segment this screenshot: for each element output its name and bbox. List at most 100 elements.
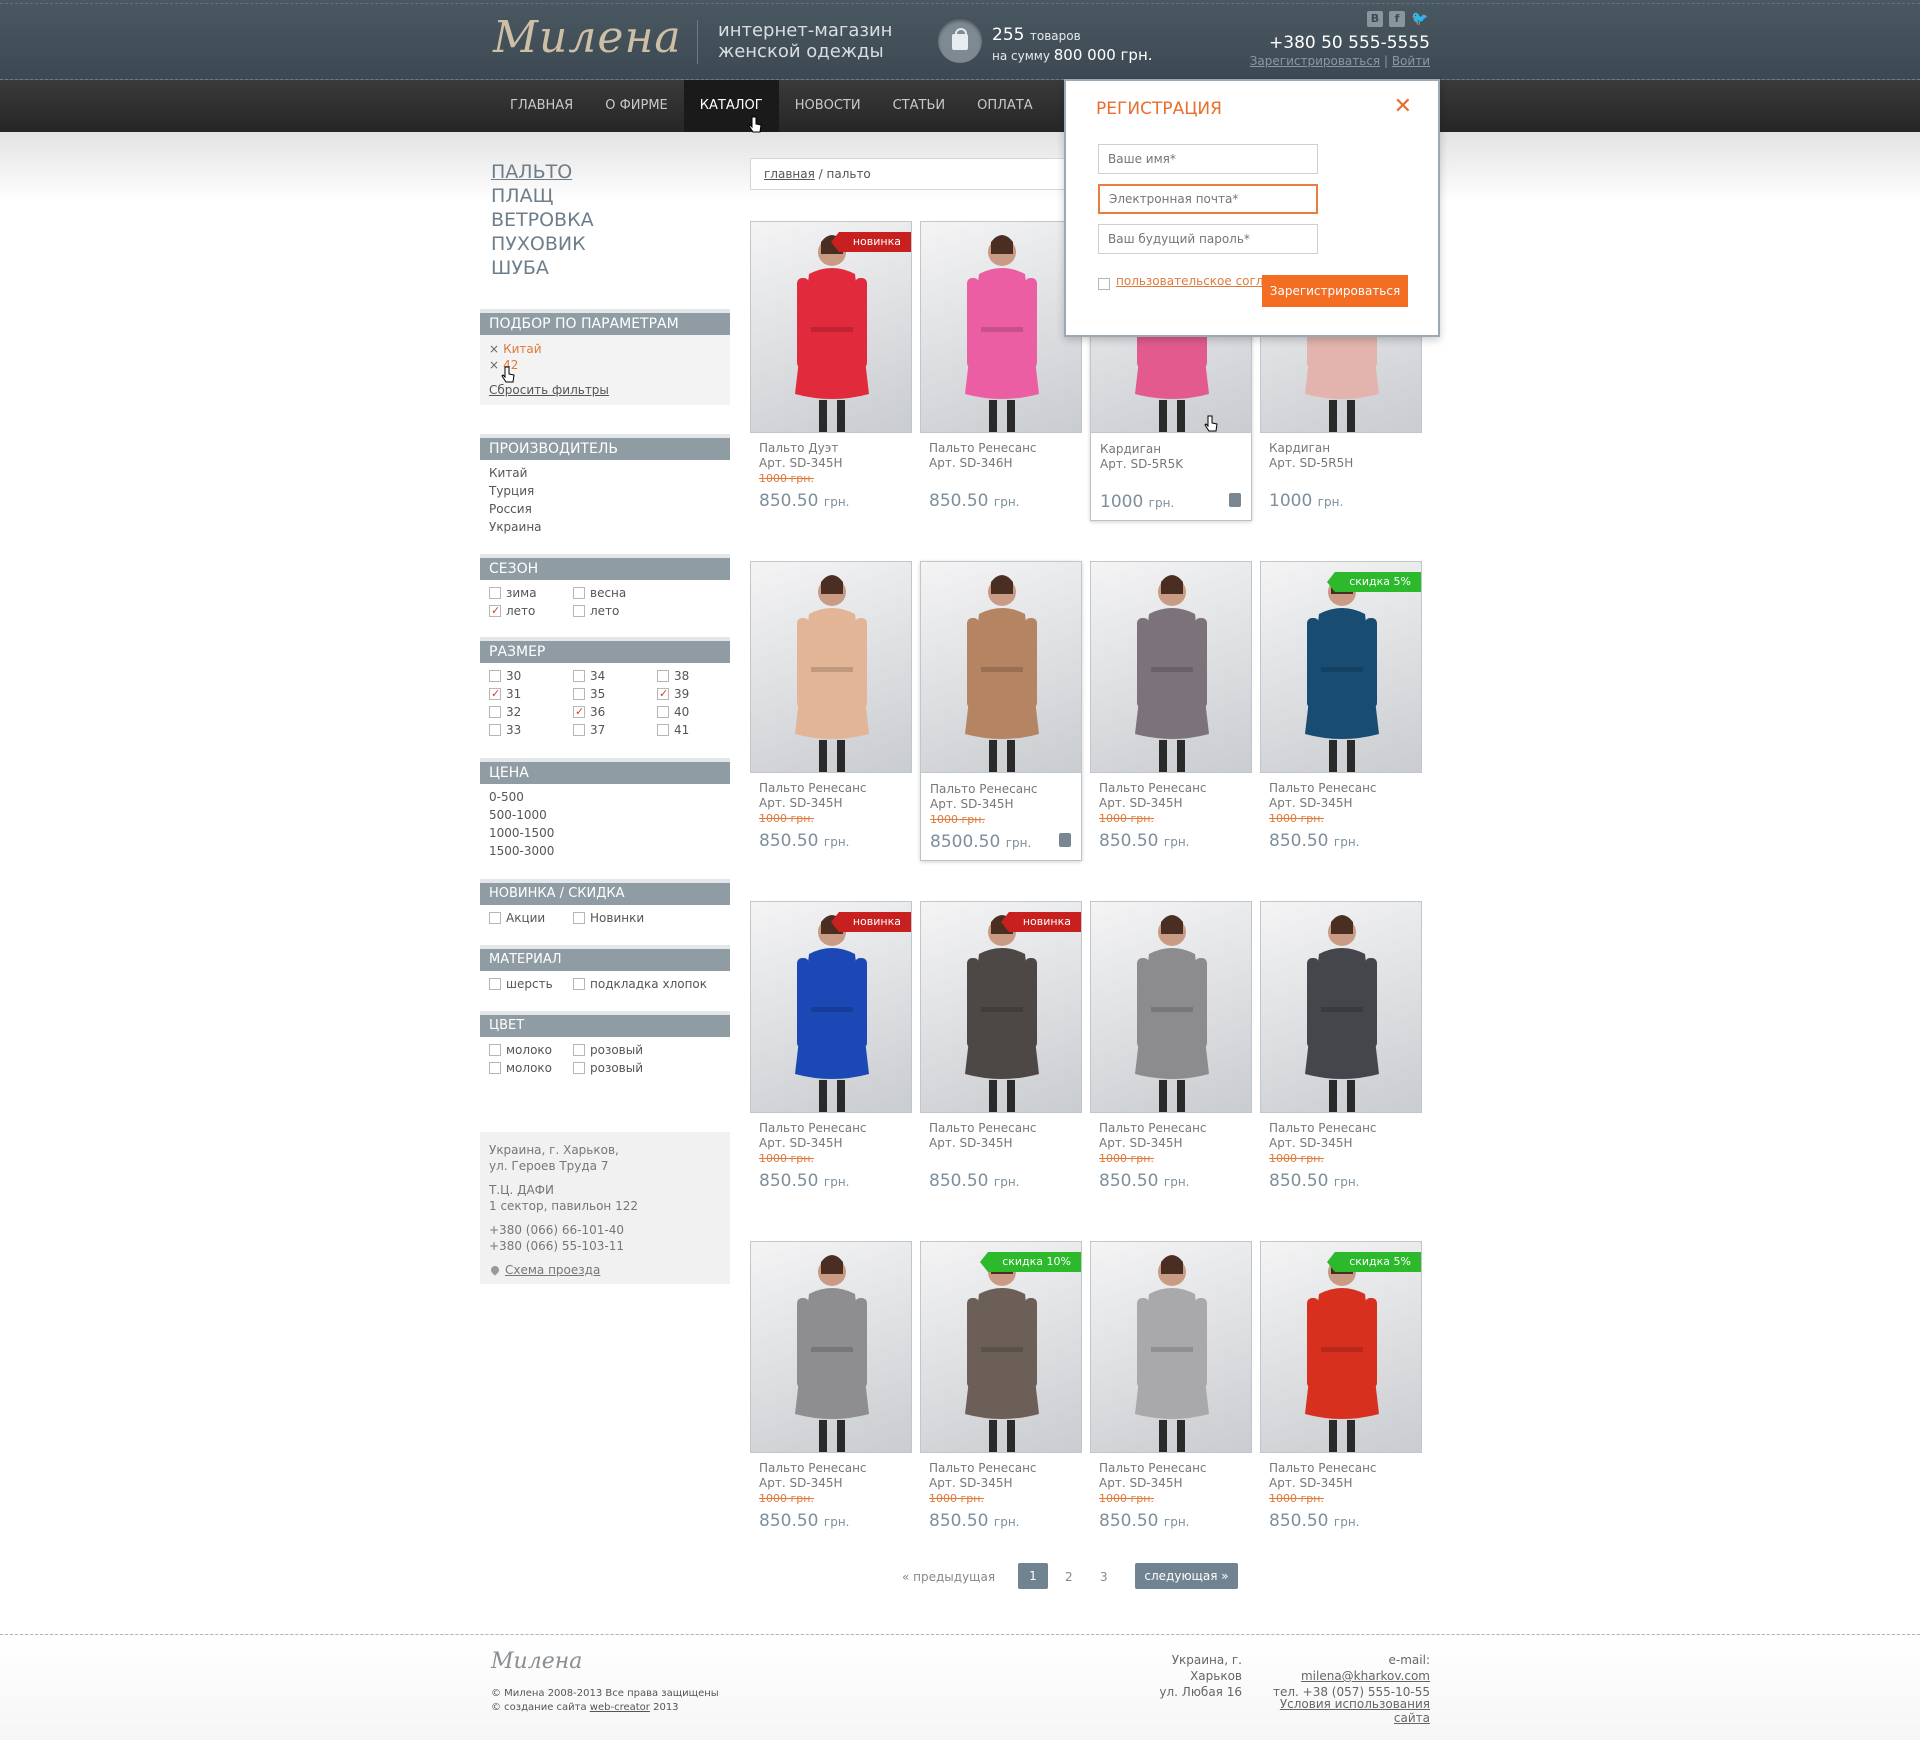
checkbox-box[interactable]: [573, 1044, 585, 1056]
active-filter-tag[interactable]: × 42: [489, 357, 721, 373]
product-name[interactable]: Пальто Ренесанс: [1099, 781, 1207, 796]
size-checkbox[interactable]: 36: [573, 703, 657, 721]
page-2-link[interactable]: 2: [1065, 1570, 1073, 1584]
size-checkbox[interactable]: 39: [657, 685, 741, 703]
product-card[interactable]: Пальто Ренесанс Арт. SD-345H 1000 грн. 850.…: [1090, 561, 1252, 861]
checkbox-box[interactable]: [657, 685, 669, 703]
color-checkbox[interactable]: розовый: [573, 1041, 693, 1059]
color-checkbox[interactable]: молоко: [489, 1041, 573, 1059]
product-name[interactable]: Пальто Ренесанс: [759, 781, 867, 796]
product-name[interactable]: Пальто Ренесанс: [929, 441, 1037, 456]
product-name[interactable]: Пальто Ренесанс: [1269, 1121, 1377, 1136]
product-card[interactable]: скидка 5% Пальто Ренесанс Арт. SD-345H 1000…: [1260, 561, 1422, 861]
name-field[interactable]: [1098, 144, 1318, 174]
email-link[interactable]: milena@kharkov.com: [1301, 1669, 1430, 1683]
checkbox-box[interactable]: [573, 703, 585, 721]
size-checkbox[interactable]: 35: [573, 685, 657, 703]
manufacturer-option[interactable]: Китай: [489, 464, 721, 482]
season-checkbox[interactable]: зима: [489, 584, 573, 602]
checkbox-box[interactable]: [489, 1044, 501, 1056]
color-checkbox[interactable]: молоко: [489, 1059, 573, 1077]
season-checkbox[interactable]: лето: [489, 602, 573, 620]
terms-link[interactable]: Условия использования сайта: [1252, 1697, 1430, 1725]
shopping-bag-icon[interactable]: [938, 19, 982, 63]
category-item[interactable]: ШУБА: [491, 256, 730, 280]
product-name[interactable]: Пальто Дуэт: [759, 441, 843, 456]
product-card[interactable]: Пальто Ренесанс Арт. SD-345H 1000 грн. 850.…: [750, 561, 912, 861]
checkbox-box[interactable]: [1098, 278, 1110, 290]
product-card[interactable]: скидка 5% Пальто Ренесанс Арт. SD-345H 1000…: [1260, 1241, 1422, 1541]
checkbox-box[interactable]: [489, 685, 501, 703]
add-to-cart-icon[interactable]: [1059, 833, 1071, 847]
checkbox-box[interactable]: [657, 724, 669, 736]
footer-logo[interactable]: Милена: [491, 1649, 582, 1674]
size-checkbox[interactable]: 38: [657, 667, 741, 685]
facebook-icon[interactable]: f: [1389, 11, 1405, 27]
register-button[interactable]: Зарегистрироваться: [1262, 275, 1408, 307]
product-card[interactable]: Пальто Ренесанс Арт. SD-345H 1000 грн. 850.…: [1090, 901, 1252, 1201]
checkbox-box[interactable]: [489, 724, 501, 736]
product-photo[interactable]: скидка 5%: [1260, 1241, 1422, 1453]
material-checkbox[interactable]: подкладка хлопок: [573, 975, 713, 993]
twitter-icon[interactable]: 🐦: [1411, 11, 1428, 27]
product-photo[interactable]: [750, 1241, 912, 1453]
product-photo[interactable]: [920, 221, 1082, 433]
site-logo[interactable]: Милена: [493, 12, 682, 63]
price-range-option[interactable]: 0-500: [489, 788, 721, 806]
product-name[interactable]: Пальто Ренесанс: [759, 1121, 867, 1136]
login-link[interactable]: Войти: [1392, 54, 1430, 68]
product-card[interactable]: Пальто Ренесанс Арт. SD-345H 1000 грн. 850.…: [1090, 1241, 1252, 1541]
prev-page-link[interactable]: « предыдущая: [902, 1570, 995, 1584]
checkbox-box[interactable]: [489, 587, 501, 599]
product-card[interactable]: Пальто Ренесанс Арт. SD-346H 850.50 грн.: [920, 221, 1082, 521]
add-to-cart-icon[interactable]: [1229, 493, 1241, 507]
nav-item-home[interactable]: ГЛАВНАЯ: [494, 80, 589, 132]
product-card[interactable]: Пальто Ренесанс Арт. SD-345H 1000 грн. 850.…: [750, 1241, 912, 1541]
product-photo[interactable]: [750, 561, 912, 773]
product-photo[interactable]: скидка 10%: [920, 1241, 1082, 1453]
product-card[interactable]: скидка 10% Пальто Ренесанс Арт. SD-345H 100…: [920, 1241, 1082, 1541]
product-name[interactable]: Кардиган: [1269, 441, 1353, 456]
material-checkbox[interactable]: шерсть: [489, 975, 573, 993]
season-checkbox[interactable]: весна: [573, 584, 657, 602]
checkbox-box[interactable]: [657, 706, 669, 718]
product-name[interactable]: Пальто Ренесанс: [1099, 1461, 1207, 1476]
newsale-checkbox[interactable]: Новинки: [573, 909, 693, 927]
product-photo[interactable]: [1090, 1241, 1252, 1453]
checkbox-box[interactable]: [489, 912, 501, 924]
directions-link[interactable]: Схема проезда: [505, 1263, 600, 1277]
product-name[interactable]: Пальто Ренесанс: [1269, 1461, 1377, 1476]
product-name[interactable]: Пальто Ренесанс: [929, 1121, 1037, 1136]
product-name[interactable]: Пальто Ренесанс: [759, 1461, 867, 1476]
checkbox-box[interactable]: [573, 587, 585, 599]
product-photo[interactable]: новинка: [920, 901, 1082, 1113]
nav-item-payment[interactable]: ОПЛАТА: [961, 80, 1049, 132]
product-card[interactable]: новинка Пальто Ренесанс Арт. SD-345H 850.50…: [920, 901, 1082, 1201]
product-photo[interactable]: скидка 5%: [1260, 561, 1422, 773]
checkbox-box[interactable]: [489, 670, 501, 682]
cart-count[interactable]: 255 товаров: [992, 25, 1081, 45]
nav-item-catalog[interactable]: КАТАЛОГ: [683, 80, 779, 132]
product-card[interactable]: новинка Пальто Дуэт Арт. SD-345H 1000 грн. 8…: [750, 221, 912, 521]
checkbox-box[interactable]: [489, 1062, 501, 1074]
register-link[interactable]: Зарегистрироваться: [1250, 54, 1380, 68]
product-name[interactable]: Кардиган: [1100, 442, 1183, 457]
price-range-option[interactable]: 1500-3000: [489, 842, 721, 860]
next-page-button[interactable]: следующая »: [1135, 1563, 1238, 1589]
checkbox-box[interactable]: [573, 688, 585, 700]
checkbox-box[interactable]: [573, 724, 585, 736]
product-photo[interactable]: [1260, 901, 1422, 1113]
product-photo[interactable]: [1090, 901, 1252, 1113]
page-3-link[interactable]: 3: [1100, 1570, 1108, 1584]
checkbox-box[interactable]: [573, 1062, 585, 1074]
email-field[interactable]: [1098, 184, 1318, 214]
size-checkbox[interactable]: 41: [657, 721, 741, 739]
product-name[interactable]: Пальто Ренесанс: [930, 782, 1038, 797]
nav-item-articles[interactable]: СТАТЬИ: [877, 80, 962, 132]
price-range-option[interactable]: 500-1000: [489, 806, 721, 824]
product-name[interactable]: Пальто Ренесанс: [1099, 1121, 1207, 1136]
size-checkbox[interactable]: 31: [489, 685, 573, 703]
product-name[interactable]: Пальто Ренесанс: [1269, 781, 1377, 796]
remove-filter-icon[interactable]: ×: [489, 358, 499, 372]
category-item[interactable]: ВЕТРОВКА: [491, 208, 730, 232]
